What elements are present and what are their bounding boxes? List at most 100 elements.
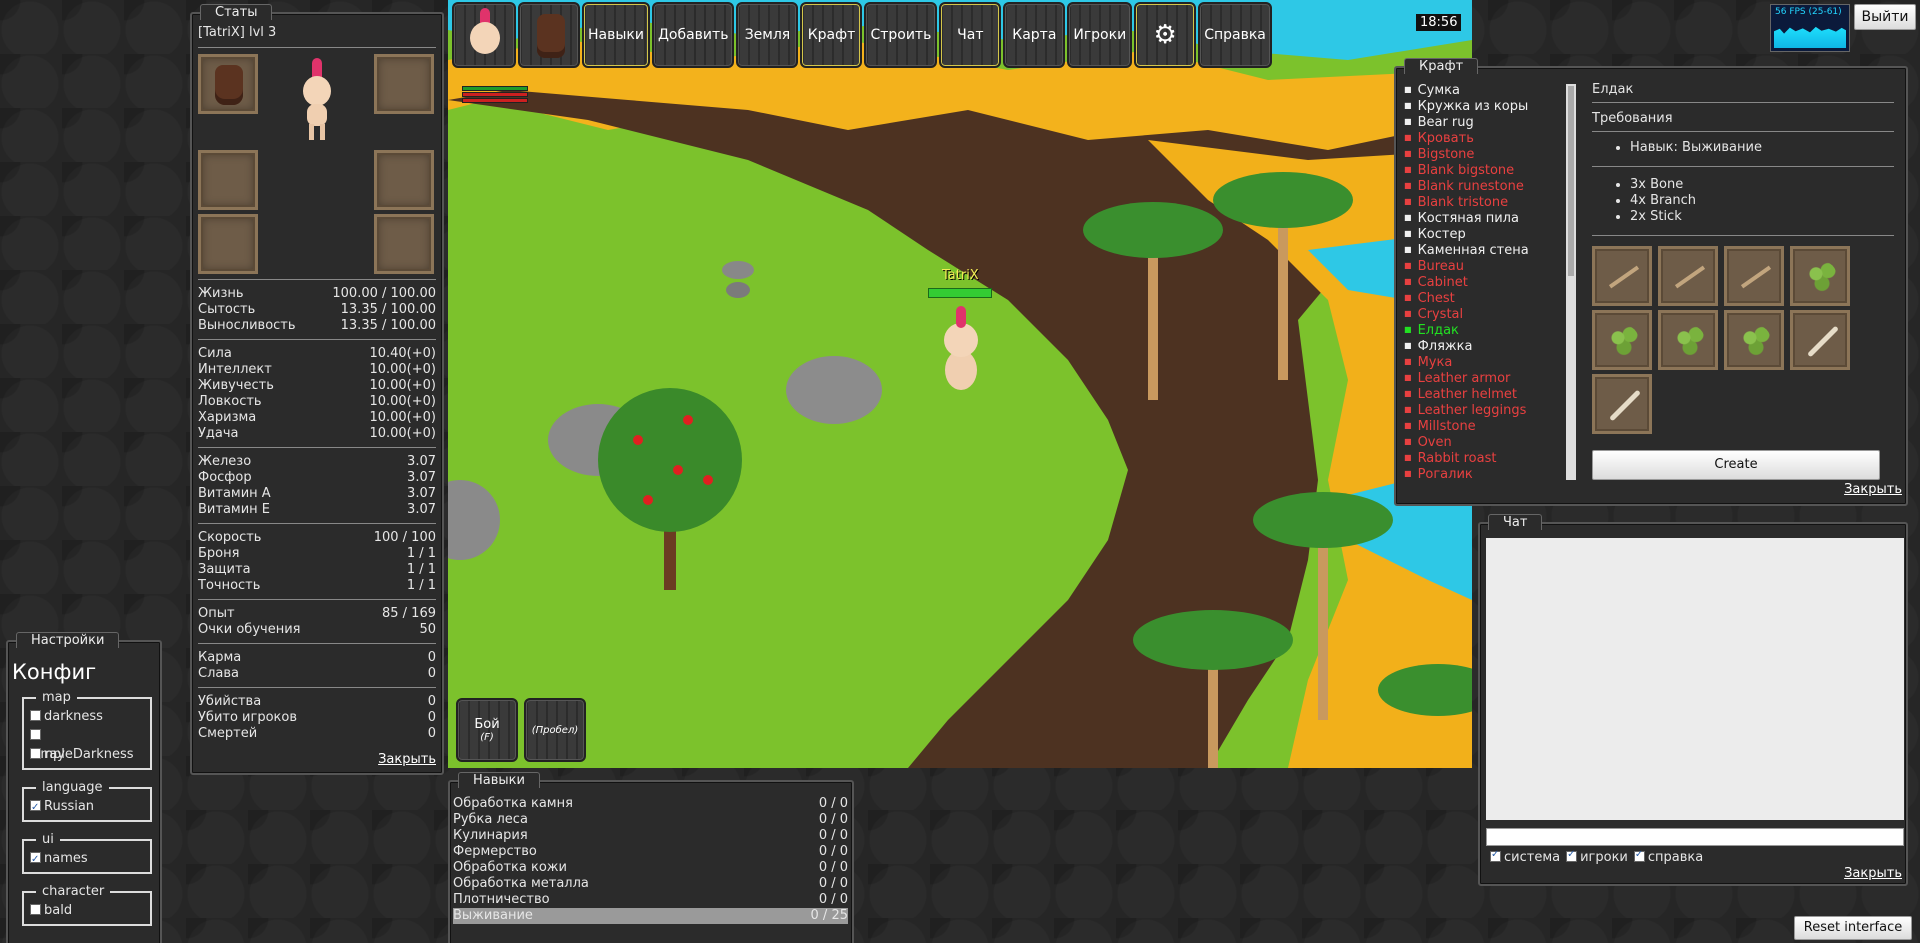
branch-icon	[1724, 310, 1784, 370]
fps-graph	[1774, 26, 1846, 48]
checkbox-icon[interactable]	[30, 729, 41, 740]
recipe-item[interactable]: Bureau	[1404, 258, 1564, 274]
chat-filter-system[interactable]: система	[1490, 849, 1560, 865]
nutrients-list: Железо 3.07 Фосфор 3.07 Витамин A 3.07 Вита…	[198, 454, 436, 518]
checkbox-icon[interactable]	[1633, 849, 1645, 862]
recipe-item[interactable]: Leather leggings	[1404, 402, 1564, 418]
checkbox-icon[interactable]	[1566, 849, 1578, 862]
recipe-item[interactable]: Кружка из коры	[1404, 98, 1564, 114]
craft-close-link[interactable]: Закрыть	[1844, 482, 1902, 497]
checkbox-icon[interactable]	[30, 798, 41, 817]
equip-slot[interactable]	[374, 54, 434, 114]
recipe-item[interactable]: Leather helmet	[1404, 386, 1564, 402]
stat-row: Защита 1 / 1	[198, 562, 436, 577]
stat-row: Фосфор 3.07	[198, 470, 436, 485]
recipe-item[interactable]: Blank bigstone	[1404, 162, 1564, 178]
equip-slot-bag[interactable]	[198, 54, 258, 114]
option-bald[interactable]: bald	[30, 901, 144, 920]
toolbar-land-button[interactable]: Земля	[736, 2, 799, 68]
checkbox-icon[interactable]	[30, 904, 41, 915]
option-simple-darkness[interactable]: simpleDarkness	[30, 726, 144, 762]
scroll-thumb[interactable]	[1568, 86, 1574, 276]
character-button[interactable]	[452, 2, 516, 68]
recipe-scrollbar[interactable]	[1566, 84, 1576, 480]
skill-row[interactable]: Рубка леса 0 / 0	[453, 812, 848, 828]
recipe-item[interactable]: Фляжка	[1404, 338, 1564, 354]
craft-tab[interactable]: Крафт	[1404, 58, 1479, 74]
checkbox-icon[interactable]	[30, 710, 41, 721]
create-button[interactable]: Create	[1592, 450, 1880, 480]
equip-slot[interactable]	[374, 214, 434, 274]
recipe-item[interactable]: Елдак	[1404, 322, 1564, 338]
recipe-item[interactable]: Bigstone	[1404, 146, 1564, 162]
chat-filter-help[interactable]: справка	[1633, 849, 1703, 865]
recipe-item[interactable]: Cabinet	[1404, 274, 1564, 290]
option-names[interactable]: names	[30, 849, 144, 869]
stats-tab[interactable]: Статы	[200, 4, 273, 20]
stat-row: Ловкость 10.00(+0)	[198, 394, 436, 409]
space-action-button[interactable]: (Пробел)	[524, 698, 586, 762]
equip-slot[interactable]	[198, 214, 258, 274]
chat-input[interactable]	[1486, 828, 1904, 846]
combat-list: Скорость 100 / 100 Броня 1 / 1 Защита 1 / 1…	[198, 530, 436, 594]
equip-slot[interactable]	[198, 150, 258, 210]
skill-row[interactable]: Фермерство 0 / 0	[453, 844, 848, 860]
skill-requirement: Навык: Выживание	[1630, 140, 1894, 156]
recipe-item[interactable]: Костяная пила	[1404, 210, 1564, 226]
chat-filter-players[interactable]: игроки	[1566, 849, 1628, 865]
skill-row[interactable]: Обработка кожи 0 / 0	[453, 860, 848, 876]
option-darkness[interactable]: darkness	[30, 707, 144, 726]
recipe-item[interactable]: Millstone	[1404, 418, 1564, 434]
recipe-item[interactable]: Сумка	[1404, 82, 1564, 98]
skill-row[interactable]: Обработка металла 0 / 0	[453, 876, 848, 892]
bag-button[interactable]	[518, 2, 580, 68]
chat-tab[interactable]: Чат	[1488, 514, 1543, 530]
checkbox-icon[interactable]	[1490, 849, 1501, 862]
fight-button[interactable]: Бой (F)	[456, 698, 518, 762]
game-map[interactable]	[448, 0, 1472, 768]
recipe-item[interactable]: Leather armor	[1404, 370, 1564, 386]
recipe-item[interactable]: Кровать	[1404, 130, 1564, 146]
kills-list: Убийства 0 Убито игроков 0 Смертей 0	[198, 694, 436, 742]
skill-row[interactable]: Плотничество 0 / 0	[453, 892, 848, 908]
bone-icon	[1592, 374, 1652, 434]
toolbar-map-button[interactable]: Карта	[1003, 2, 1066, 68]
checkbox-icon[interactable]	[30, 850, 41, 869]
toolbar-chat-button[interactable]: Чат	[939, 2, 1002, 68]
recipe-item[interactable]: Рогалик	[1404, 466, 1564, 482]
equip-slot[interactable]	[374, 150, 434, 210]
checkbox-icon[interactable]	[30, 748, 41, 759]
reset-interface-button[interactable]: Reset interface	[1794, 916, 1912, 940]
recipe-item[interactable]: Crystal	[1404, 306, 1564, 322]
recipe-item[interactable]: Blank tristone	[1404, 194, 1564, 210]
toolbar-build-button[interactable]: Строить	[864, 2, 938, 68]
toolbar-add-button[interactable]: Добавить	[651, 2, 735, 68]
stick-icon	[1592, 246, 1652, 306]
settings-tab[interactable]: Настройки	[16, 632, 120, 648]
toolbar-players-button[interactable]: Игроки	[1067, 2, 1133, 68]
recipe-item[interactable]: Bear rug	[1404, 114, 1564, 130]
skill-row[interactable]: Кулинария 0 / 0	[453, 828, 848, 844]
skill-row-selected[interactable]: Выживание 0 / 25	[453, 908, 848, 924]
requirements-heading: Требования	[1592, 111, 1673, 126]
toolbar-craft-button[interactable]: Крафт	[800, 2, 863, 68]
recipe-item[interactable]: Chest	[1404, 290, 1564, 306]
option-russian[interactable]: Russian	[30, 797, 144, 817]
skills-tab[interactable]: Навыки	[458, 772, 540, 788]
recipe-item[interactable]: Каменная стена	[1404, 242, 1564, 258]
toolbar-settings-button[interactable]: ⚙	[1134, 2, 1197, 68]
recipe-item[interactable]: Костер	[1404, 226, 1564, 242]
chat-close-link[interactable]: Закрыть	[1844, 866, 1902, 881]
recipe-item[interactable]: Blank runestone	[1404, 178, 1564, 194]
recipe-item[interactable]: Мука	[1404, 354, 1564, 370]
toolbar-skills-button[interactable]: Навыки	[582, 2, 650, 68]
chat-log[interactable]	[1486, 538, 1904, 820]
vitals-list: Жизнь 100.00 / 100.00 Сытость 13.35 / 100.…	[198, 286, 436, 334]
stats-close-link[interactable]: Закрыть	[378, 752, 436, 767]
game-clock: 18:56	[1416, 14, 1462, 31]
toolbar-help-button[interactable]: Справка	[1198, 2, 1272, 68]
recipe-item[interactable]: Rabbit roast	[1404, 450, 1564, 466]
exit-button[interactable]: Выйти	[1854, 4, 1916, 30]
skill-row[interactable]: Обработка камня 0 / 0	[453, 796, 848, 812]
recipe-item[interactable]: Oven	[1404, 434, 1564, 450]
